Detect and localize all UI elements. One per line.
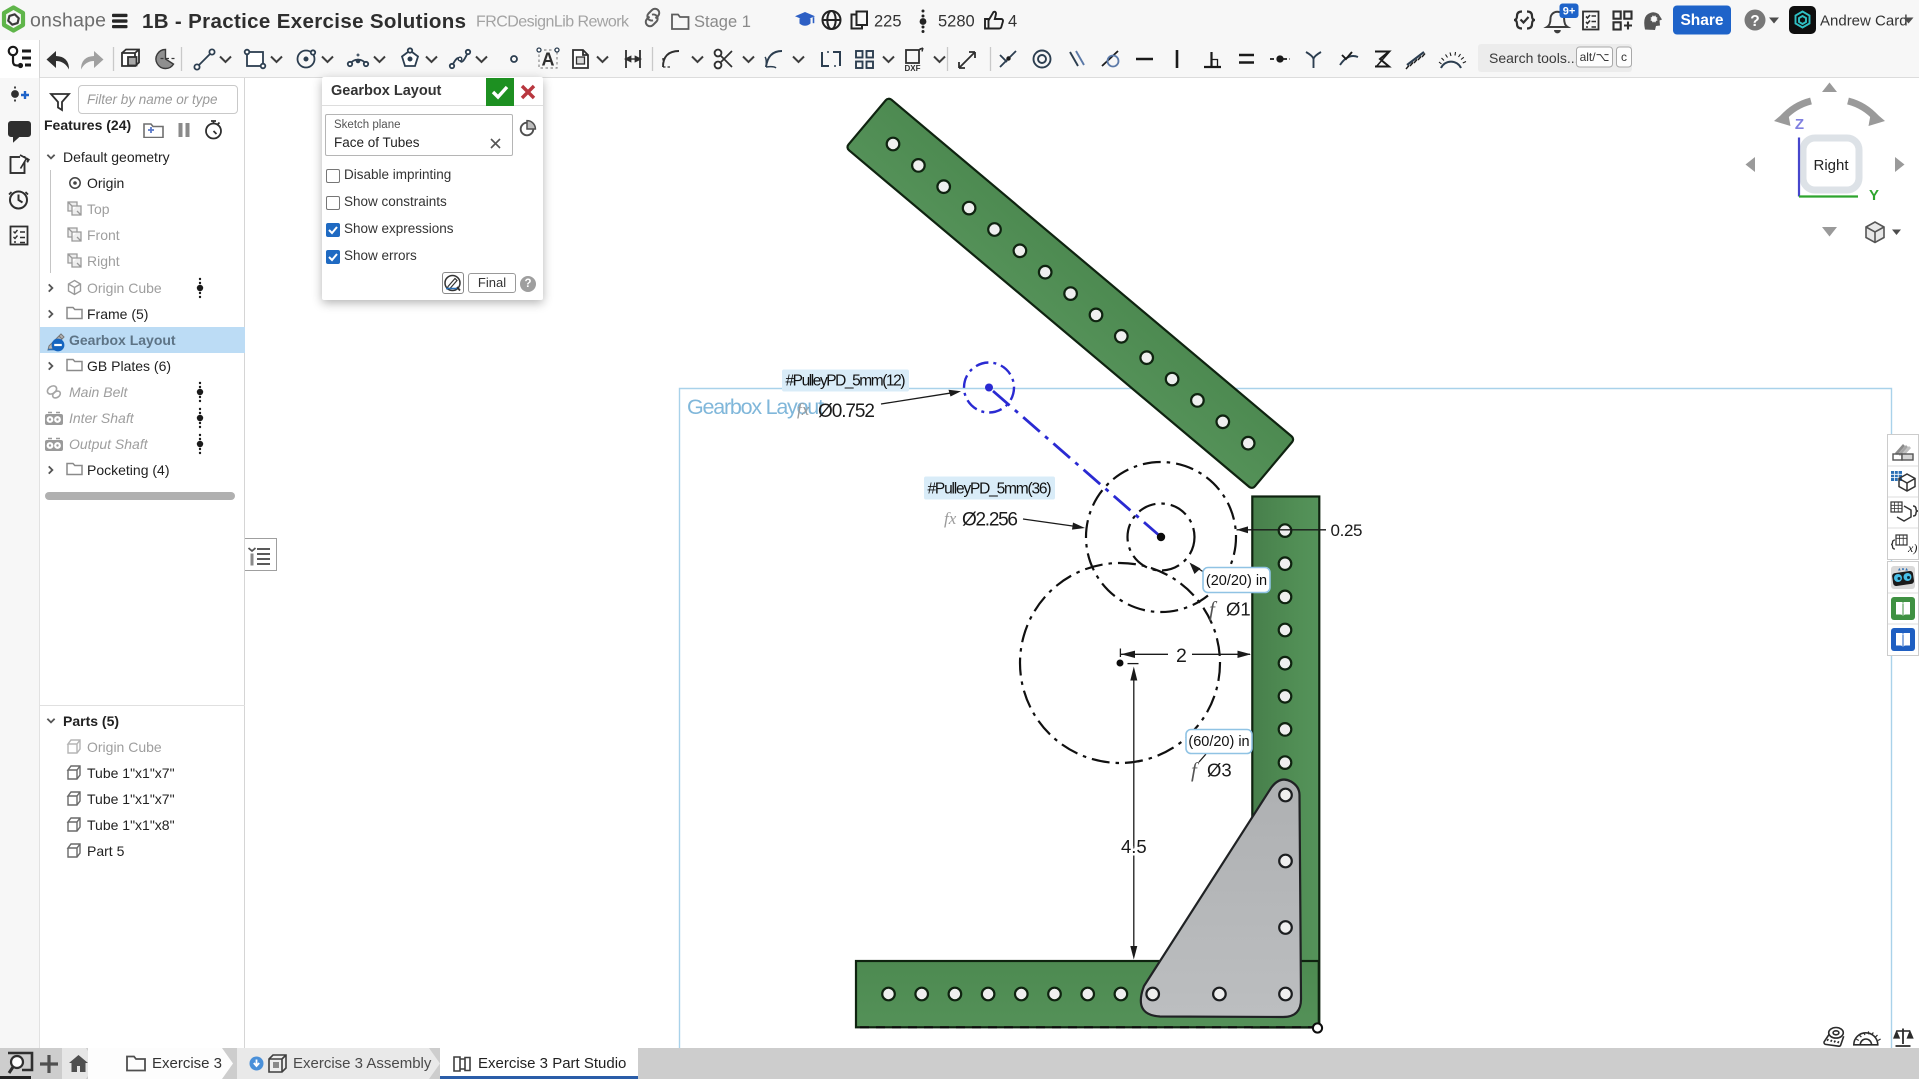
svg-text:Ø0.752: Ø0.752 xyxy=(818,401,875,422)
svg-text:#PulleyPD_5mm(36): #PulleyPD_5mm(36) xyxy=(928,481,1052,498)
svg-text:Ø3: Ø3 xyxy=(1207,760,1232,781)
svg-text:Ø2.256: Ø2.256 xyxy=(962,510,1018,531)
svg-text:0.25: 0.25 xyxy=(1331,521,1363,540)
svg-text:#PulleyPD_5mm(12): #PulleyPD_5mm(12) xyxy=(786,373,906,390)
svg-text:f: f xyxy=(1209,597,1218,621)
svg-text:▲●▲: ▲●▲ xyxy=(1897,567,1909,572)
svg-text:fx: fx xyxy=(797,400,810,419)
svg-text:Z: Z xyxy=(1795,116,1804,133)
svg-text:Ø1: Ø1 xyxy=(1226,599,1251,620)
svg-text:(60/20) in: (60/20) in xyxy=(1188,734,1249,750)
svg-text:2: 2 xyxy=(1176,645,1187,667)
svg-text:Right: Right xyxy=(1813,157,1849,174)
svg-text:4.5: 4.5 xyxy=(1121,836,1147,857)
svg-text:x): x) xyxy=(1907,541,1917,555)
svg-text:Y: Y xyxy=(1869,187,1879,204)
svg-text:(20/20) in: (20/20) in xyxy=(1206,573,1267,589)
svg-text:fx: fx xyxy=(944,509,957,528)
